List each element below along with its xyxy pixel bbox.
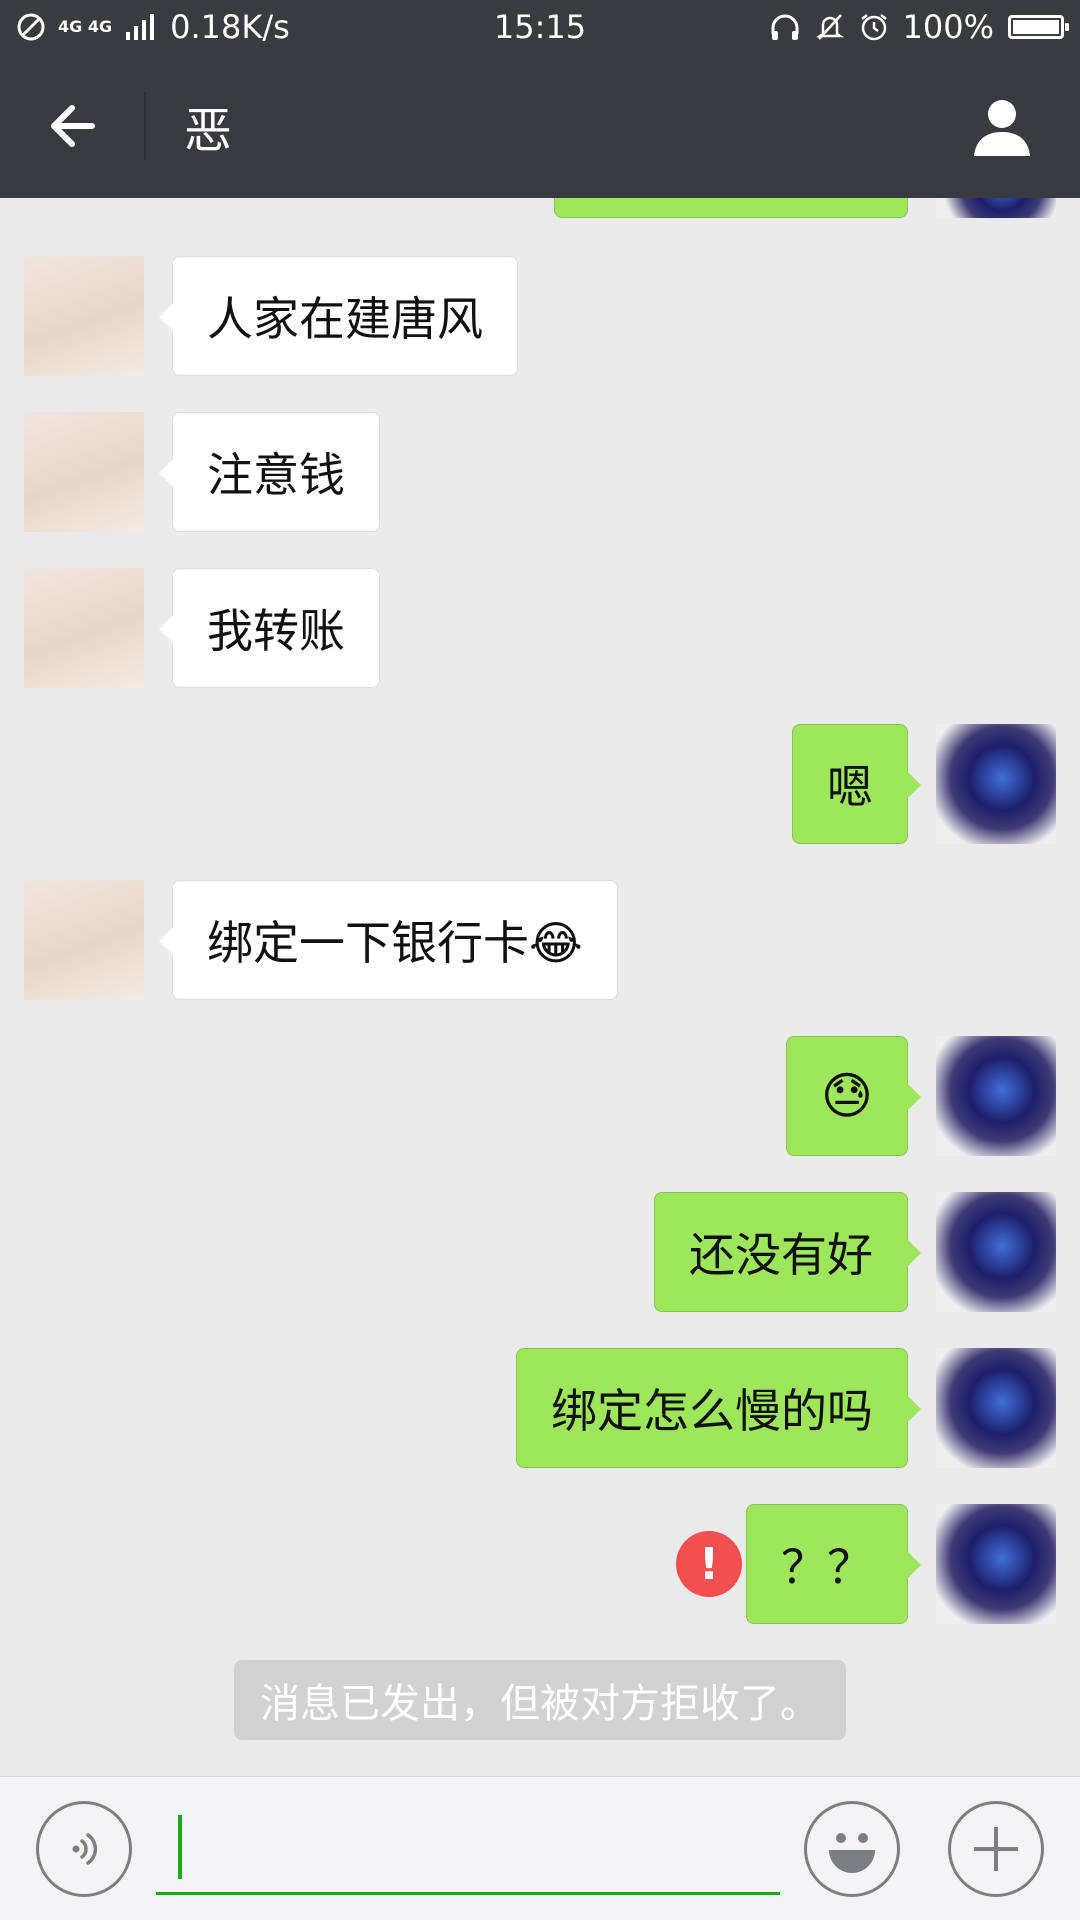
message-row: ! ？？ (0, 1504, 1080, 1624)
contact-avatar[interactable] (24, 256, 144, 376)
message-bubble[interactable]: 嗯 (792, 724, 921, 844)
network-type: 4G 4G (58, 17, 113, 36)
status-time: 15:15 (493, 8, 587, 46)
contact-avatar[interactable] (24, 880, 144, 1000)
message-bubble[interactable]: 绑定一下银行卡😂 (159, 880, 618, 1000)
partial-sent-bubble (554, 198, 908, 218)
status-bar: 4G 4G 0.18K/s 15:15 100% (0, 0, 1080, 54)
battery-percent: 100% (902, 8, 994, 46)
person-icon[interactable] (970, 94, 1034, 158)
headphones-icon (771, 14, 799, 40)
status-left: 4G 4G 0.18K/s (16, 0, 290, 54)
message-row: 绑定一下银行卡😂 (0, 880, 1080, 1000)
input-bar (0, 1776, 1080, 1920)
message-input[interactable] (156, 1807, 780, 1895)
message-row: 人家在建唐风 (0, 256, 1080, 376)
message-row: 注意钱 (0, 412, 1080, 532)
emoji-button[interactable] (804, 1801, 900, 1897)
signal-icon (126, 14, 155, 40)
chat-header: 恶 (0, 54, 1080, 198)
message-row: 我转账 (0, 568, 1080, 688)
plus-icon (974, 1827, 1018, 1871)
network-speed: 0.18K/s (170, 8, 290, 46)
text-caret (178, 1815, 182, 1879)
message-row: 😓 (0, 1036, 1080, 1156)
contact-avatar[interactable] (24, 412, 144, 532)
message-row: 还没有好 (0, 1192, 1080, 1312)
my-avatar[interactable] (936, 198, 1056, 218)
chat-title: 恶 (184, 103, 233, 159)
status-right: 100% (769, 0, 1069, 54)
message-row: 嗯 (0, 724, 1080, 844)
my-avatar[interactable] (936, 1036, 1056, 1156)
my-avatar[interactable] (936, 1348, 1056, 1468)
message-bubble[interactable]: 我转账 (159, 568, 380, 688)
dnd-icon (17, 13, 45, 41)
message-row: 绑定怎么慢的吗 (0, 1348, 1080, 1468)
message-bubble[interactable]: 绑定怎么慢的吗 (516, 1348, 921, 1468)
bell-off-icon (815, 14, 844, 40)
battery-level (1013, 20, 1059, 34)
my-avatar[interactable] (936, 1192, 1056, 1312)
header-divider (144, 92, 146, 160)
rejected-notice: 消息已发出，但被对方拒收了。 (234, 1660, 846, 1740)
emoji-icon (829, 1833, 875, 1873)
voice-icon (72, 1833, 98, 1865)
voice-button[interactable] (36, 1801, 132, 1897)
message-list[interactable]: 人家在建唐风 注意钱 我转账 嗯 绑定一下银行卡😂 😓 还没有好 绑定怎么慢的吗… (0, 198, 1080, 1776)
battery-icon (1008, 15, 1069, 39)
my-avatar[interactable] (936, 724, 1056, 844)
my-avatar[interactable] (936, 1504, 1056, 1624)
message-bubble[interactable]: 注意钱 (159, 412, 380, 532)
contact-avatar[interactable] (24, 568, 144, 688)
message-bubble[interactable]: ？？ (746, 1504, 921, 1624)
message-bubble[interactable]: 人家在建唐风 (159, 256, 518, 376)
send-failed-icon[interactable]: ! (676, 1531, 742, 1597)
message-bubble[interactable]: 还没有好 (654, 1192, 921, 1312)
arrow-left-icon[interactable] (40, 92, 108, 160)
message-bubble[interactable]: 😓 (785, 1036, 922, 1156)
more-button[interactable] (948, 1801, 1044, 1897)
alarm-icon (860, 14, 887, 41)
